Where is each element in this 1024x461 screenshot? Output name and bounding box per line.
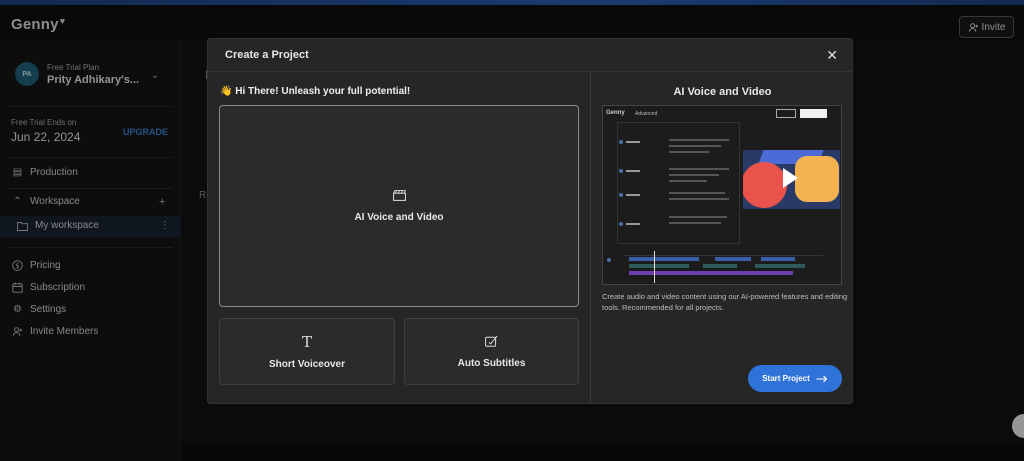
text-icon: T: [301, 333, 312, 351]
preview-mode: Advanced: [635, 111, 658, 117]
preview-script-row: [619, 222, 640, 226]
edit-icon: [485, 335, 498, 350]
auto-subtitles-card[interactable]: Auto Subtitles: [404, 318, 579, 385]
preview-script-lines: [669, 139, 729, 157]
create-project-modal: Create a Project ✕ 👋 Hi There! Unleash y…: [207, 38, 853, 404]
play-icon: [783, 168, 798, 188]
close-icon[interactable]: ✕: [826, 47, 838, 64]
preview-script-row: [619, 140, 640, 144]
preview-script-row: [619, 193, 640, 197]
clapperboard-icon: [392, 189, 406, 204]
preview-track-avatar: [607, 258, 611, 262]
arrow-right-icon: [816, 375, 828, 382]
preview-track-segment: [715, 257, 751, 261]
preview-script-lines: [669, 216, 727, 228]
preview-script-lines: [669, 168, 729, 186]
divider: [590, 72, 591, 404]
short-voiceover-card[interactable]: T Short Voiceover: [219, 318, 395, 385]
preview-button-outline: [776, 109, 796, 118]
preview-timeline-ruler: [623, 255, 823, 256]
card-label: Auto Subtitles: [457, 357, 526, 369]
button-label: Start Project: [762, 374, 810, 383]
preview-script-row: [619, 169, 640, 173]
preview-description: Create audio and video content using our…: [602, 292, 848, 312]
preview-title: AI Voice and Video: [673, 86, 772, 98]
card-label: Short Voiceover: [269, 359, 345, 370]
editor-preview-image: Genny Advanced: [602, 105, 842, 285]
preview-script-lines: [669, 192, 729, 204]
card-label: AI Voice and Video: [354, 211, 444, 223]
preview-playhead: [654, 251, 655, 283]
preview-logo: Genny: [606, 110, 625, 116]
preview-track-segment: [755, 264, 805, 268]
preview-video-thumbnail: [743, 150, 840, 209]
preview-button-filled: [800, 109, 827, 118]
preview-track-segment: [703, 264, 737, 268]
preview-track-segment: [761, 257, 795, 261]
modal-title: Create a Project: [225, 49, 309, 61]
modal-header: Create a Project ✕: [208, 39, 852, 72]
start-project-button[interactable]: Start Project: [748, 365, 842, 392]
preview-track-segment: [629, 264, 689, 268]
greeting: 👋 Hi There! Unleash your full potential!: [220, 86, 411, 97]
ai-voice-video-card[interactable]: AI Voice and Video: [219, 105, 579, 307]
preview-track-segment: [629, 257, 699, 261]
